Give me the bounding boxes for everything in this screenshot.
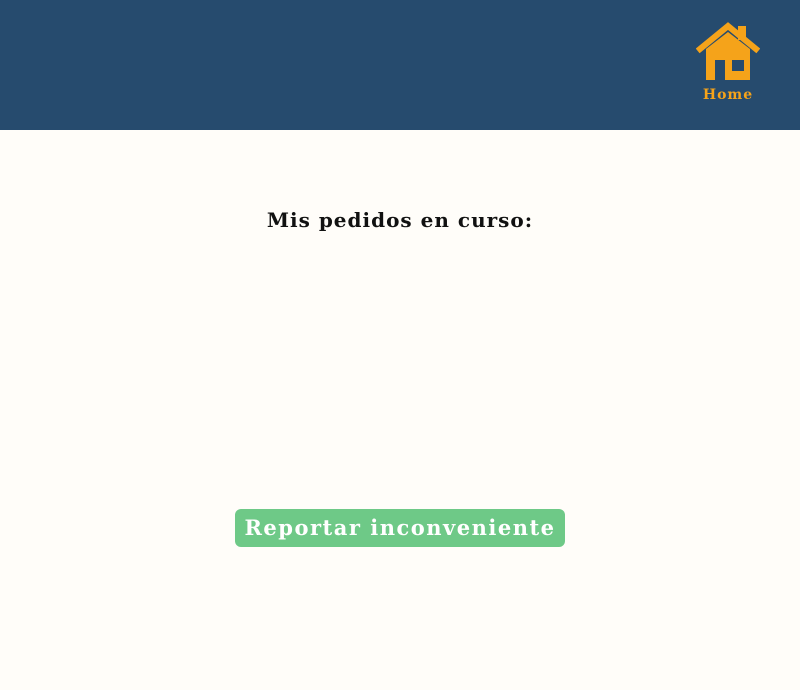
home-label: Home <box>702 87 754 103</box>
main-content: Mis pedidos en curso: Reportar inconveni… <box>0 130 800 690</box>
orders-list <box>150 250 650 490</box>
page-title: Mis pedidos en curso: <box>266 208 534 232</box>
home-link[interactable]: Home <box>692 22 764 108</box>
top-bar: Home <box>0 0 800 130</box>
report-issue-button[interactable]: Reportar inconveniente <box>235 509 565 547</box>
home-icon <box>696 22 760 80</box>
